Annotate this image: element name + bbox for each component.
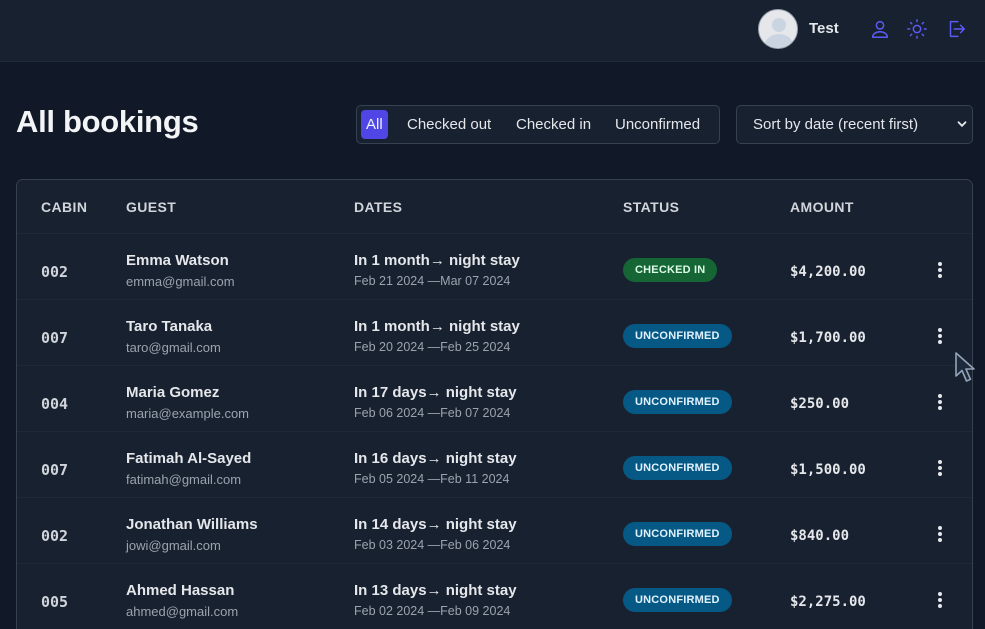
sort-select[interactable]: Sort by date (recent first) bbox=[736, 105, 973, 144]
table-row: 002 Jonathan Williams jowi@gmail.com In 14 … bbox=[17, 498, 972, 564]
stay-summary: In 14 days→ night stay bbox=[354, 516, 517, 533]
table-header: CABIN GUEST DATES STATUS AMOUNT bbox=[17, 180, 972, 234]
status-badge: UNCONFIRMED bbox=[623, 456, 732, 480]
booking-filter: All Checked out Checked in Unconfirmed bbox=[356, 105, 720, 144]
table-row: 007 Fatimah Al-Sayed fatimah@gmail.com In 1… bbox=[17, 432, 972, 498]
guest-email: fatimah@gmail.com bbox=[126, 472, 242, 487]
stay-dates: Feb 03 2024 —Feb 06 2024 bbox=[354, 538, 511, 552]
stay-summary: In 1 month→ night stay bbox=[354, 318, 520, 335]
stay-dates: Feb 06 2024 —Feb 07 2024 bbox=[354, 406, 511, 420]
stay-summary: In 1 month→ night stay bbox=[354, 252, 520, 269]
booking-amount: $840.00 bbox=[790, 528, 850, 544]
user-icon[interactable] bbox=[869, 18, 891, 40]
more-options-icon[interactable] bbox=[929, 457, 951, 479]
guest-name: Ahmed Hassan bbox=[126, 582, 235, 599]
status-badge: UNCONFIRMED bbox=[623, 390, 732, 414]
cabin-number: 004 bbox=[41, 395, 69, 413]
filter-all[interactable]: All bbox=[361, 110, 388, 139]
table-row: 004 Maria Gomez maria@example.com In 17 day… bbox=[17, 366, 972, 432]
sort-select-value: Sort by date (recent first) bbox=[753, 116, 919, 133]
stay-summary: In 16 days→ night stay bbox=[354, 450, 517, 467]
column-header-amount: AMOUNT bbox=[790, 199, 854, 215]
guest-name: Maria Gomez bbox=[126, 384, 220, 401]
app-header: Test bbox=[0, 0, 985, 62]
guest-email: emma@gmail.com bbox=[126, 274, 235, 289]
status-badge: UNCONFIRMED bbox=[623, 324, 732, 348]
guest-email: taro@gmail.com bbox=[126, 340, 221, 355]
more-options-icon[interactable] bbox=[929, 259, 951, 281]
logout-icon[interactable] bbox=[945, 18, 967, 40]
table-row: 007 Taro Tanaka taro@gmail.com In 1 month→ … bbox=[17, 300, 972, 366]
booking-amount: $4,200.00 bbox=[790, 264, 866, 280]
stay-dates: Feb 21 2024 —Mar 07 2024 bbox=[354, 274, 511, 288]
guest-name: Fatimah Al-Sayed bbox=[126, 450, 252, 467]
username: Test bbox=[809, 20, 839, 37]
more-options-icon[interactable] bbox=[929, 589, 951, 611]
cabin-number: 005 bbox=[41, 593, 69, 611]
page-title: All bookings bbox=[16, 104, 199, 139]
cabin-number: 002 bbox=[41, 527, 69, 545]
cabin-number: 007 bbox=[41, 329, 69, 347]
guest-email: maria@example.com bbox=[126, 406, 250, 421]
column-header-dates: DATES bbox=[354, 199, 403, 215]
cabin-number: 002 bbox=[41, 263, 69, 281]
cabin-number: 007 bbox=[41, 461, 69, 479]
filter-checked-in[interactable]: Checked in bbox=[511, 110, 596, 139]
column-header-cabin: CABIN bbox=[41, 199, 88, 215]
guest-email: ahmed@gmail.com bbox=[126, 604, 239, 619]
filter-unconfirmed[interactable]: Unconfirmed bbox=[610, 110, 705, 139]
stay-summary: In 17 days→ night stay bbox=[354, 384, 517, 401]
chevron-down-icon bbox=[957, 121, 967, 128]
more-options-icon[interactable] bbox=[929, 325, 951, 347]
mouse-cursor-icon bbox=[955, 352, 975, 382]
column-header-guest: GUEST bbox=[126, 199, 177, 215]
stay-summary: In 13 days→ night stay bbox=[354, 582, 517, 599]
stay-dates: Feb 20 2024 —Feb 25 2024 bbox=[354, 340, 511, 354]
guest-email: jowi@gmail.com bbox=[126, 538, 221, 553]
filter-checked-out[interactable]: Checked out bbox=[402, 110, 496, 139]
bookings-table: CABIN GUEST DATES STATUS AMOUNT 002 Emma … bbox=[16, 179, 973, 629]
booking-amount: $250.00 bbox=[790, 396, 850, 412]
column-header-status: STATUS bbox=[623, 199, 680, 215]
more-options-icon[interactable] bbox=[929, 523, 951, 545]
booking-amount: $1,700.00 bbox=[790, 330, 866, 346]
avatar[interactable] bbox=[758, 9, 798, 49]
guest-name: Jonathan Williams bbox=[126, 516, 258, 533]
status-badge: UNCONFIRMED bbox=[623, 522, 732, 546]
status-badge: CHECKED IN bbox=[623, 258, 718, 282]
guest-name: Taro Tanaka bbox=[126, 318, 213, 335]
status-badge: UNCONFIRMED bbox=[623, 588, 732, 612]
table-row: 002 Emma Watson emma@gmail.com In 1 month→ … bbox=[17, 234, 972, 300]
stay-dates: Feb 05 2024 —Feb 11 2024 bbox=[354, 472, 510, 486]
table-row: 005 Ahmed Hassan ahmed@gmail.com In 13 days… bbox=[17, 564, 972, 629]
guest-name: Emma Watson bbox=[126, 252, 229, 269]
booking-amount: $1,500.00 bbox=[790, 462, 866, 478]
booking-amount: $2,275.00 bbox=[790, 594, 866, 610]
sun-icon[interactable] bbox=[906, 18, 928, 40]
more-options-icon[interactable] bbox=[929, 391, 951, 413]
stay-dates: Feb 02 2024 —Feb 09 2024 bbox=[354, 604, 511, 618]
